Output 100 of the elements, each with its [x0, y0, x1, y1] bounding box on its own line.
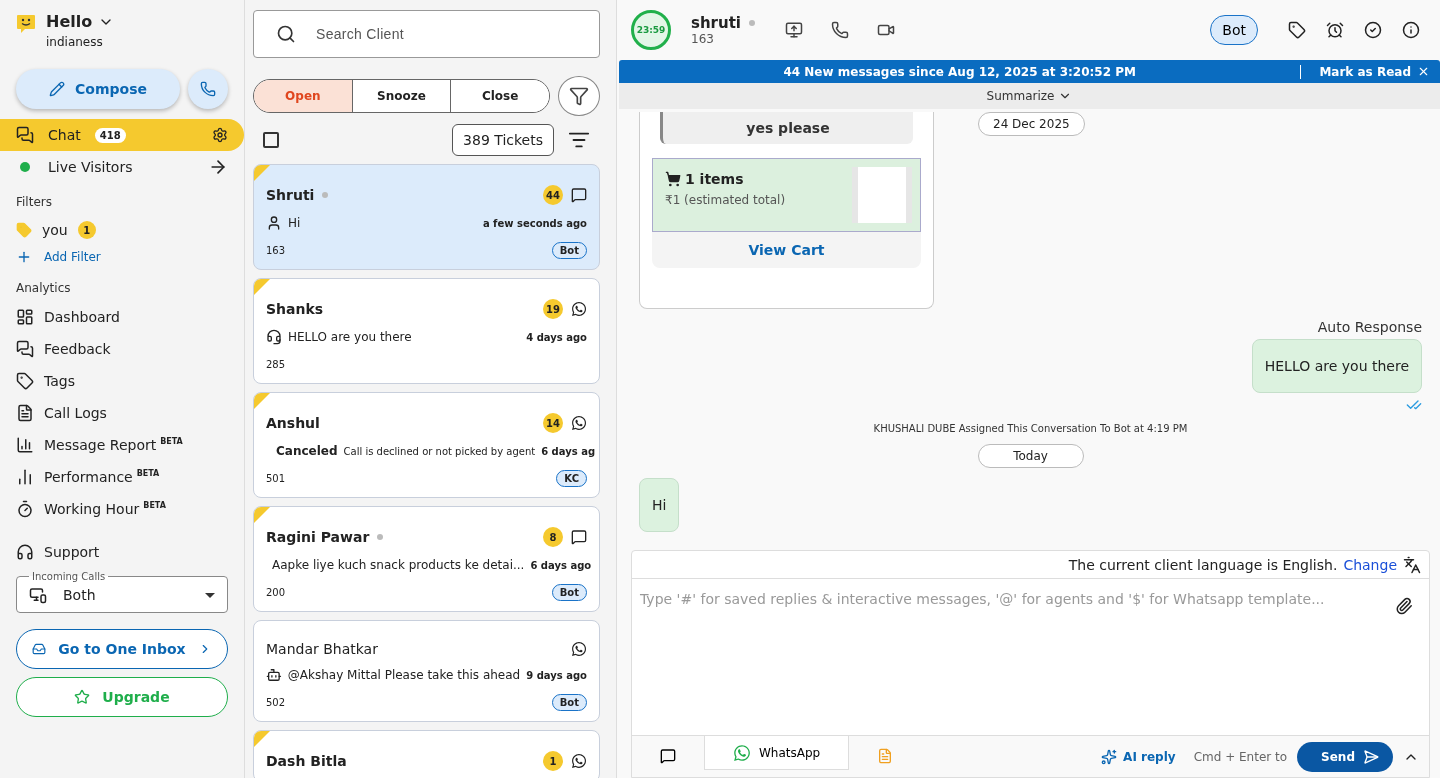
assignee-tag: Bot	[551, 583, 587, 601]
send-button[interactable]: Send	[1297, 741, 1393, 772]
screen-share-icon[interactable]	[785, 21, 803, 39]
contact-name: shruti	[691, 14, 741, 32]
ticket-card[interactable]: Ragini Pawar 8 Aapke liye kuch snack products ke detai... 6 days ago 200 Bot	[253, 506, 600, 612]
compose-button[interactable]: Compose	[16, 69, 180, 109]
message-preview: Call is declined or not picked by agent	[343, 445, 536, 457]
tag-icon[interactable]	[1288, 21, 1306, 39]
language-note: The current client language is English.	[1068, 556, 1338, 573]
message-preview: HELLO are you there	[288, 330, 412, 344]
bot-icon	[266, 667, 282, 683]
search-input[interactable]: Search Client	[314, 25, 577, 43]
view-cart-button[interactable]: View Cart	[652, 232, 921, 268]
one-inbox-button[interactable]: Go to One Inbox	[16, 629, 228, 669]
phone-icon[interactable]	[831, 21, 849, 39]
mark-as-read-button[interactable]: Mark as Read	[1300, 64, 1440, 79]
whatsapp-icon	[571, 415, 587, 431]
unread-count: 14	[543, 413, 563, 433]
nav-item[interactable]: Live Visitors	[0, 151, 244, 183]
date-chip: 24 Dec 2025	[978, 112, 1085, 136]
tag-icon	[16, 372, 34, 390]
channel-tab[interactable]: WhatsApp	[704, 736, 850, 770]
analytics-link[interactable]: Call Logs	[44, 405, 107, 421]
check-circle-icon[interactable]	[1364, 21, 1382, 39]
count-badge: 418	[94, 127, 126, 143]
status-tab[interactable]: Snooze	[351, 80, 451, 112]
analytics-link[interactable]: Message Report $^{BETA}$	[44, 437, 183, 453]
client-name: Shruti	[266, 187, 315, 203]
signal-bars-icon	[16, 468, 34, 486]
filter-button[interactable]	[558, 76, 600, 116]
ticket-card[interactable]: Dash Bitla 1	[253, 730, 600, 778]
search-field[interactable]: Search Client	[253, 10, 600, 58]
ticket-count: 389 Tickets	[452, 124, 554, 156]
ticket-card[interactable]: Anshul 14 Canceled Call is declined or not picked by agent 6 days ag 501 KC	[253, 392, 600, 498]
info-icon[interactable]	[1402, 21, 1420, 39]
ticket-card[interactable]: Mandar Bhatkar @Akshay Mittal Please take this ahead 9 days ago 502 Bot	[253, 620, 600, 722]
incoming-message: Hi	[639, 478, 680, 532]
summarize-button[interactable]: Summarize	[619, 83, 1440, 109]
banner-text: 44 New messages since Aug 12, 2025 at 3:20:52 PM	[782, 64, 1137, 79]
analytics-link[interactable]: Performance $^{BETA}$	[44, 469, 160, 485]
auto-response-label: Auto Response	[1317, 319, 1422, 335]
cart-total: ₹1 (estimated total)	[665, 193, 787, 207]
bar-chart-icon	[16, 436, 34, 454]
filter-icon	[569, 86, 589, 106]
add-filter-link[interactable]: Add Filter	[0, 245, 244, 269]
unread-count: 1	[543, 751, 563, 771]
label-tag-icon	[16, 222, 32, 238]
sparkles-icon	[1101, 748, 1118, 765]
inbox-icon	[32, 642, 47, 656]
headset-icon	[266, 329, 282, 345]
select-all-checkbox[interactable]	[263, 132, 279, 148]
support-link[interactable]: Support	[44, 544, 100, 560]
timestamp: 4 days ago	[526, 331, 587, 343]
system-note: KHUSHALI DUBE Assigned This Conversation To Bot at 4:19 PM	[873, 423, 1188, 434]
section-heading: Filters	[15, 194, 53, 211]
ai-reply-button[interactable]: AI reply	[1095, 747, 1182, 766]
call-button[interactable]	[188, 69, 228, 109]
client-name: Dash Bitla	[266, 753, 347, 769]
analytics-link[interactable]: Working Hour $^{BETA}$	[44, 501, 166, 517]
alarm-clock-icon[interactable]	[1326, 21, 1344, 39]
headphones-icon	[16, 543, 34, 561]
call-status: Canceled	[276, 444, 338, 458]
whatsapp-icon	[571, 753, 587, 769]
nav-item[interactable]: Chat 418	[0, 119, 244, 151]
client-name: Ragini Pawar	[266, 529, 370, 545]
cart-icon	[665, 171, 681, 187]
translate-icon[interactable]	[1403, 555, 1421, 574]
workspace-name: indianess	[46, 35, 104, 49]
workspace-switcher[interactable]: Hello	[46, 12, 115, 31]
timer-icon	[16, 500, 34, 518]
timestamp: 6 days ago	[530, 559, 592, 571]
client-name: Shanks	[266, 301, 324, 317]
filter-item[interactable]: you	[42, 222, 68, 238]
quick-reply-button[interactable]: yes please	[660, 112, 913, 144]
analytics-link[interactable]: Feedback	[44, 341, 111, 357]
contact-id: 163	[691, 32, 715, 46]
ticket-card[interactable]: Shruti 44 Hi a few seconds ago 163 Bot	[253, 164, 600, 270]
change-language-link[interactable]: Change	[1343, 556, 1397, 573]
timestamp: 9 days ago	[526, 669, 587, 681]
status-tab[interactable]: Close	[450, 80, 549, 112]
devices-icon	[29, 586, 47, 604]
assignee-button[interactable]: Bot	[1210, 15, 1258, 45]
user-icon	[266, 215, 282, 231]
analytics-link[interactable]: Dashboard	[44, 309, 120, 325]
nav-label: Chat	[48, 127, 81, 143]
whatsapp-icon	[571, 301, 587, 317]
ticket-id: 501	[266, 472, 286, 484]
ticket-card[interactable]: Shanks 19 HELLO are you there 4 days ago 285	[253, 278, 600, 384]
unread-count: 8	[543, 527, 563, 547]
timer-ring: 23:59	[631, 10, 671, 50]
document-icon	[16, 404, 34, 422]
paperclip-icon[interactable]	[1395, 597, 1413, 615]
settings-icon[interactable]	[212, 127, 228, 143]
dashboard-icon	[16, 308, 34, 326]
chat-icon	[571, 187, 587, 203]
incoming-calls-select[interactable]: Incoming Calls Both	[16, 571, 228, 613]
analytics-link[interactable]: Tags	[44, 373, 75, 389]
unread-count: 44	[543, 185, 563, 205]
client-name: Mandar Bhatkar	[266, 641, 378, 657]
ticket-id: 163	[266, 244, 286, 256]
